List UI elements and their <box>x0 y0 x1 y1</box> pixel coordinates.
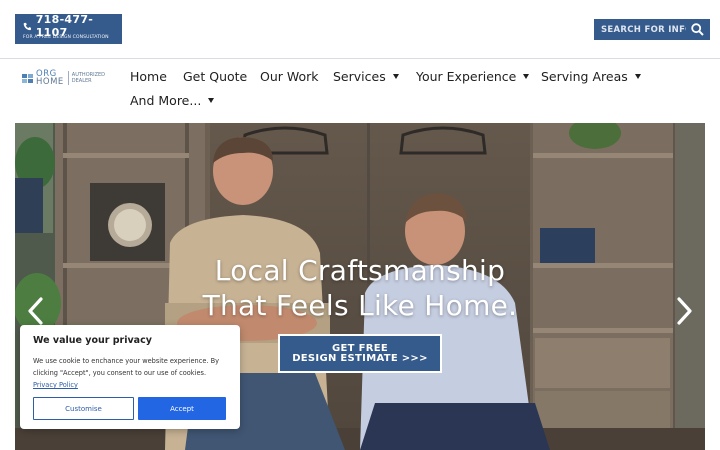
search-icon <box>690 23 704 36</box>
logo-mark-icon <box>22 73 33 83</box>
orghome-logo[interactable]: ORG HOME AUTHORIZED DEALER <box>22 69 106 87</box>
cookie-title: We value your privacy <box>33 335 152 346</box>
nav-item-your-experience[interactable]: Your Experience <box>416 69 530 84</box>
cookie-consent-banner: We value your privacy We use cookie to e… <box>20 325 240 429</box>
logo-auth-line2: DEALER <box>71 78 92 84</box>
chevron-down-icon <box>392 74 399 79</box>
logo-line2: HOME <box>36 77 64 87</box>
phone-subtitle: FOR A FREE DESIGN CONSULTATION <box>23 35 109 40</box>
top-bar: 718-477-1107 FOR A FREE DESIGN CONSULTAT… <box>0 0 720 59</box>
nav-item-serving-areas[interactable]: Serving Areas <box>541 69 641 84</box>
privacy-policy-link[interactable]: Privacy Policy <box>33 381 78 389</box>
phone-icon <box>23 22 32 30</box>
chevron-down-icon <box>208 98 215 103</box>
search-bar <box>594 19 710 40</box>
customise-button[interactable]: Customise <box>33 397 134 420</box>
nav-item-get-quote[interactable]: Get Quote <box>183 69 247 84</box>
chevron-down-icon <box>634 74 641 79</box>
nav-item-home[interactable]: Home <box>130 69 167 84</box>
prev-slide-icon[interactable] <box>26 296 46 326</box>
nav-item-services[interactable]: Services <box>333 69 399 84</box>
next-slide-icon[interactable] <box>674 296 694 326</box>
phone-box[interactable]: 718-477-1107 FOR A FREE DESIGN CONSULTAT… <box>15 13 122 44</box>
accept-button[interactable]: Accept <box>138 397 226 420</box>
chevron-down-icon <box>523 74 530 79</box>
search-button[interactable] <box>686 19 708 40</box>
nav-item-our-work[interactable]: Our Work <box>260 69 319 84</box>
cookie-text: We use cookie to enchance your website e… <box>33 357 220 390</box>
hero-title-line1: Local Craftsmanship <box>214 254 506 287</box>
search-input[interactable] <box>594 19 686 40</box>
free-estimate-button[interactable]: GET FREE DESIGN ESTIMATE >>> <box>278 334 442 373</box>
nav-item-and-more[interactable]: And More... <box>130 93 215 108</box>
hero-title-line2: That Feels Like Home. <box>202 289 518 322</box>
